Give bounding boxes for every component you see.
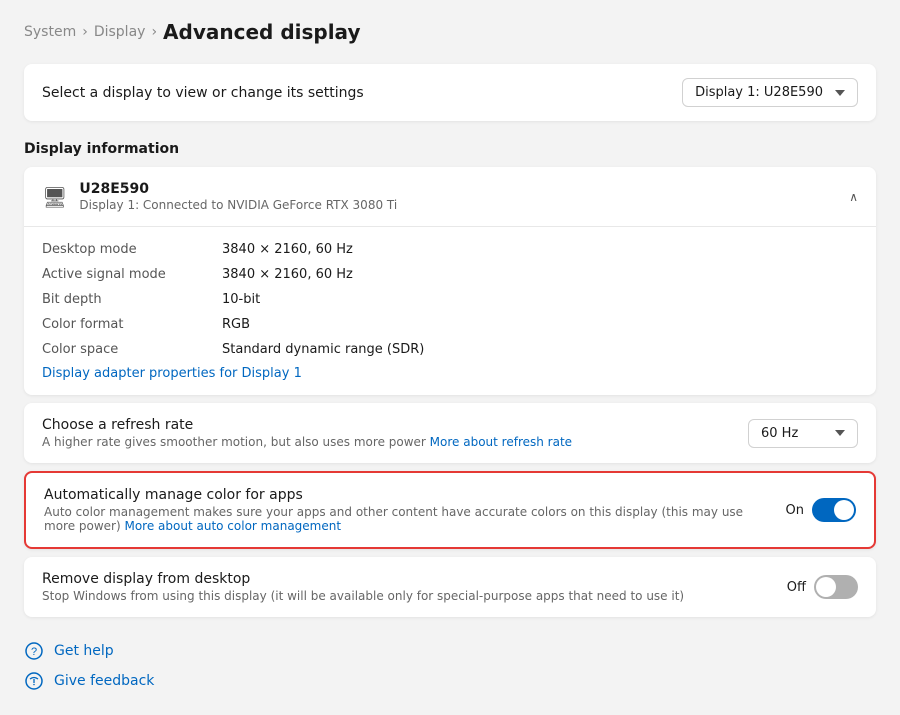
display-card-chevron-icon[interactable]: ∧ bbox=[849, 190, 858, 204]
info-value: 3840 × 2160, 60 Hz bbox=[222, 267, 353, 282]
refresh-rate-desc-text: A higher rate gives smoother motion, but… bbox=[42, 435, 430, 449]
breadcrumb-parent2[interactable]: Display bbox=[94, 24, 146, 40]
get-help-icon: ? bbox=[24, 641, 44, 661]
remove-display-title: Remove display from desktop bbox=[42, 571, 767, 587]
give-feedback-link[interactable]: Give feedback bbox=[24, 671, 876, 691]
display-name: U28E590 bbox=[79, 181, 397, 197]
auto-color-title: Automatically manage color for apps bbox=[44, 487, 766, 503]
auto-color-more-link[interactable]: More about auto color management bbox=[124, 519, 341, 533]
auto-color-toggle-container: On bbox=[786, 498, 856, 522]
page-title: Advanced display bbox=[163, 20, 360, 44]
breadcrumb-sep2: › bbox=[151, 24, 157, 40]
remove-display-toggle[interactable] bbox=[814, 575, 858, 599]
refresh-rate-dropdown[interactable]: 60 Hz bbox=[748, 419, 858, 448]
display-card-header: 🖥 U28E590 Display 1: Connected to NVIDIA… bbox=[24, 167, 876, 227]
info-row: Active signal mode 3840 × 2160, 60 Hz bbox=[42, 262, 858, 287]
display-info-card: 🖥 U28E590 Display 1: Connected to NVIDIA… bbox=[24, 167, 876, 395]
display-subtitle: Display 1: Connected to NVIDIA GeForce R… bbox=[79, 198, 397, 212]
get-help-link[interactable]: ? Get help bbox=[24, 641, 876, 661]
display-header-info: U28E590 Display 1: Connected to NVIDIA G… bbox=[79, 181, 397, 212]
remove-display-left: Remove display from desktop Stop Windows… bbox=[42, 571, 767, 603]
auto-color-desc: Auto color management makes sure your ap… bbox=[44, 505, 744, 533]
refresh-rate-more-link[interactable]: More about refresh rate bbox=[430, 435, 572, 449]
info-label: Color space bbox=[42, 342, 222, 357]
info-label: Bit depth bbox=[42, 292, 222, 307]
give-feedback-icon bbox=[24, 671, 44, 691]
refresh-rate-dropdown-value: 60 Hz bbox=[761, 426, 798, 441]
adapter-properties-link[interactable]: Display adapter properties for Display 1 bbox=[42, 366, 858, 381]
footer-links: ? Get help Give feedback bbox=[24, 641, 876, 691]
display-info-section-title: Display information bbox=[24, 141, 876, 157]
display-info-table: Desktop mode 3840 × 2160, 60 Hz Active s… bbox=[24, 227, 876, 395]
give-feedback-label: Give feedback bbox=[54, 673, 154, 689]
info-row: Color space Standard dynamic range (SDR) bbox=[42, 337, 858, 362]
display-dropdown-value: Display 1: U28E590 bbox=[695, 85, 823, 100]
auto-color-card: Automatically manage color for apps Auto… bbox=[24, 471, 876, 549]
info-label: Color format bbox=[42, 317, 222, 332]
display-dropdown[interactable]: Display 1: U28E590 bbox=[682, 78, 858, 107]
auto-color-toggle-thumb bbox=[834, 500, 854, 520]
info-value: 10-bit bbox=[222, 292, 260, 307]
refresh-rate-desc: A higher rate gives smoother motion, but… bbox=[42, 435, 572, 449]
refresh-dropdown-chevron-icon bbox=[835, 430, 845, 436]
remove-display-desc: Stop Windows from using this display (it… bbox=[42, 589, 742, 603]
display-dropdown-chevron-icon bbox=[835, 90, 845, 96]
info-value: Standard dynamic range (SDR) bbox=[222, 342, 424, 357]
refresh-rate-card: Choose a refresh rate A higher rate give… bbox=[24, 403, 876, 463]
auto-color-toggle-label: On bbox=[786, 503, 804, 518]
remove-display-toggle-label: Off bbox=[787, 580, 806, 595]
refresh-rate-title: Choose a refresh rate bbox=[42, 417, 572, 433]
svg-text:?: ? bbox=[31, 646, 37, 658]
info-row: Bit depth 10-bit bbox=[42, 287, 858, 312]
display-card-header-left: 🖥 U28E590 Display 1: Connected to NVIDIA… bbox=[42, 181, 397, 212]
info-value: RGB bbox=[222, 317, 250, 332]
info-row: Color format RGB bbox=[42, 312, 858, 337]
auto-color-row: Automatically manage color for apps Auto… bbox=[26, 473, 874, 547]
display-selector-label: Select a display to view or change its s… bbox=[42, 85, 364, 101]
monitor-icon: 🖥 bbox=[42, 185, 67, 209]
remove-display-toggle-thumb bbox=[816, 577, 836, 597]
get-help-label: Get help bbox=[54, 643, 114, 659]
info-label: Active signal mode bbox=[42, 267, 222, 282]
remove-display-card: Remove display from desktop Stop Windows… bbox=[24, 557, 876, 617]
info-row: Desktop mode 3840 × 2160, 60 Hz bbox=[42, 237, 858, 262]
breadcrumb-sep1: › bbox=[82, 24, 88, 40]
remove-display-row: Remove display from desktop Stop Windows… bbox=[24, 557, 876, 617]
info-value: 3840 × 2160, 60 Hz bbox=[222, 242, 353, 257]
auto-color-left: Automatically manage color for apps Auto… bbox=[44, 487, 766, 533]
auto-color-toggle[interactable] bbox=[812, 498, 856, 522]
display-selector-bar: Select a display to view or change its s… bbox=[24, 64, 876, 121]
info-label: Desktop mode bbox=[42, 242, 222, 257]
refresh-rate-row: Choose a refresh rate A higher rate give… bbox=[24, 403, 876, 463]
breadcrumb: System › Display › Advanced display bbox=[24, 20, 876, 44]
breadcrumb-parent1[interactable]: System bbox=[24, 24, 76, 40]
refresh-rate-left: Choose a refresh rate A higher rate give… bbox=[42, 417, 572, 449]
remove-display-toggle-container: Off bbox=[787, 575, 858, 599]
